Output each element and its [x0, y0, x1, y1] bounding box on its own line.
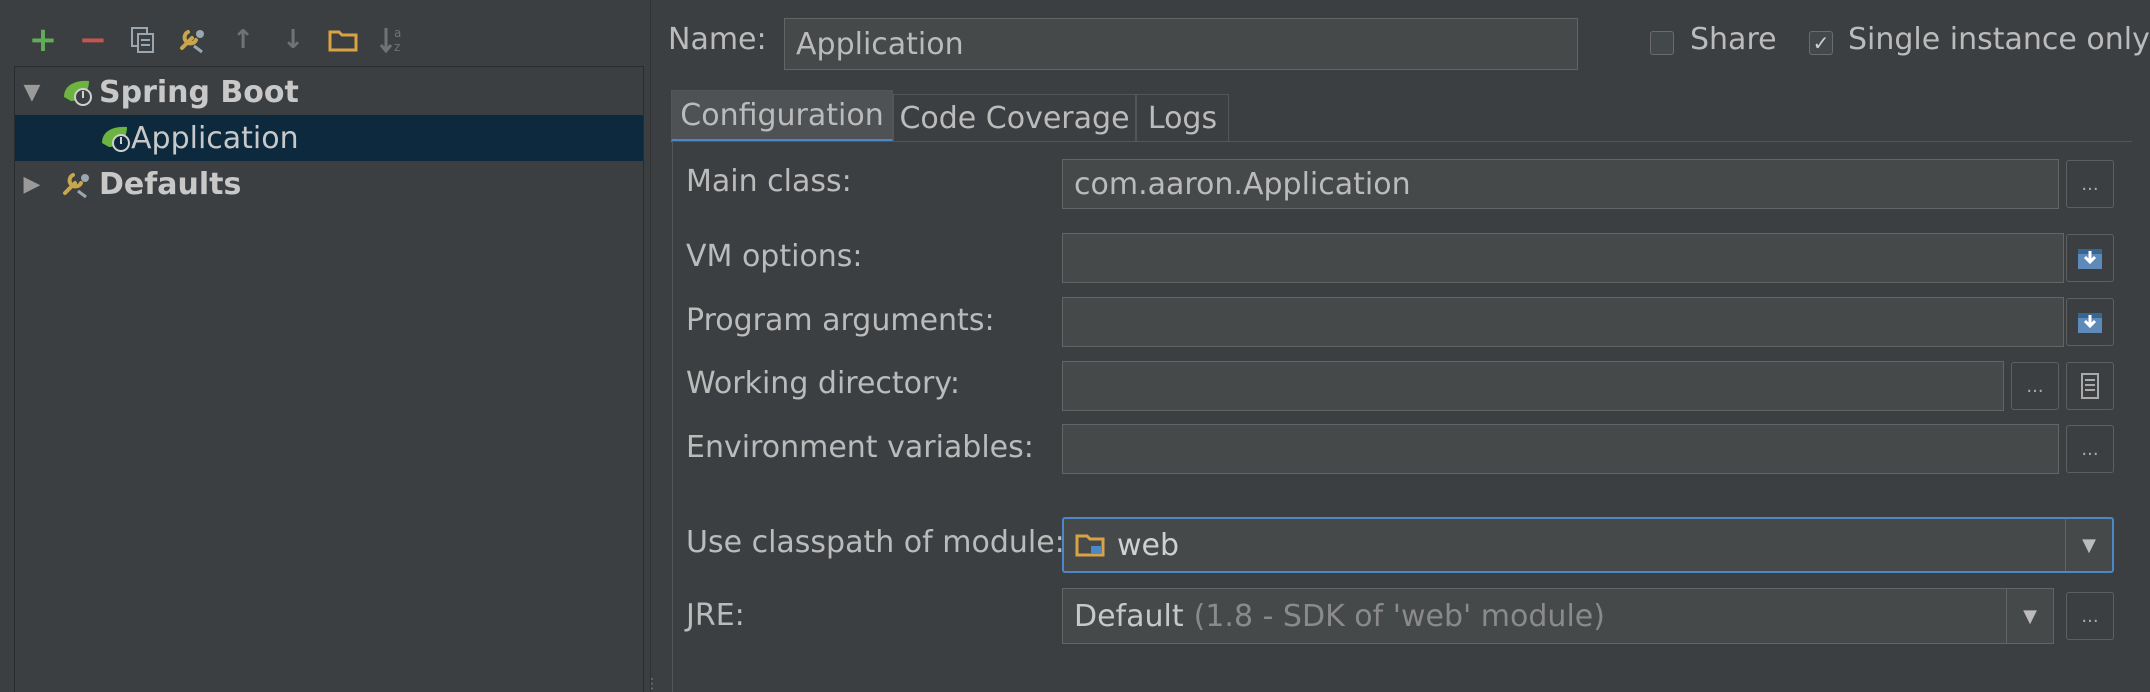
vm-options-label: VM options:	[686, 239, 863, 274]
remove-icon[interactable]: −	[68, 20, 118, 60]
tree-group-defaults[interactable]: ▶ Defaults	[15, 161, 643, 207]
resize-grip-icon[interactable]: ⋮	[645, 676, 659, 692]
classpath-module-combo[interactable]: web ▼	[1062, 517, 2114, 573]
spring-boot-icon	[61, 77, 97, 107]
share-checkbox[interactable]	[1650, 31, 1674, 55]
run-configurations-dialog: + − ↑ ↓ a z ▼ Spring Boot Application ▶ …	[0, 0, 2150, 692]
vm-options-input[interactable]	[1062, 233, 2064, 283]
tab-label: Logs	[1147, 101, 1218, 136]
copy-icon[interactable]	[118, 20, 168, 60]
edit-defaults-icon[interactable]	[168, 20, 218, 60]
chevron-down-icon[interactable]: ▼	[2065, 519, 2112, 571]
environment-variables-browse-button[interactable]: ...	[2066, 425, 2114, 473]
tree-group-label: Spring Boot	[99, 74, 299, 110]
single-instance-checkbox[interactable]: ✓	[1809, 31, 1833, 55]
jre-hint: (1.8 - SDK of 'web' module)	[1193, 598, 1605, 634]
single-instance-label[interactable]: Single instance only	[1848, 22, 2150, 57]
tab-code-coverage[interactable]: Code Coverage	[893, 94, 1136, 142]
tab-configuration[interactable]: Configuration	[671, 90, 893, 142]
program-arguments-expand-button[interactable]	[2066, 298, 2114, 346]
expand-field-icon	[2078, 249, 2102, 269]
sort-icon[interactable]: a z	[368, 20, 418, 60]
configurations-toolbar: + − ↑ ↓ a z	[18, 20, 418, 60]
ellipsis-icon: ...	[2026, 375, 2044, 397]
svg-text:z: z	[394, 40, 400, 54]
collapsed-arrow-icon[interactable]: ▶	[17, 172, 47, 197]
main-class-browse-button[interactable]: ...	[2066, 160, 2114, 208]
jre-browse-button[interactable]: ...	[2066, 592, 2114, 640]
expanded-arrow-icon[interactable]: ▼	[17, 80, 47, 105]
tree-group-label: Defaults	[99, 166, 242, 202]
tree-item-application[interactable]: Application	[15, 115, 643, 161]
working-directory-label: Working directory:	[686, 366, 961, 401]
spring-boot-icon	[99, 123, 135, 153]
splitter[interactable]	[650, 0, 651, 692]
expand-field-icon	[2078, 313, 2102, 333]
tab-label: Configuration	[680, 97, 884, 133]
main-class-value: com.aaron.Application	[1074, 166, 1411, 202]
main-class-input[interactable]: com.aaron.Application	[1062, 159, 2059, 209]
tree-item-label: Application	[131, 120, 299, 156]
program-arguments-input[interactable]	[1062, 297, 2064, 347]
ellipsis-icon: ...	[2081, 605, 2099, 627]
checkmark-icon: ✓	[1812, 31, 1830, 55]
ellipsis-icon: ...	[2081, 173, 2099, 195]
classpath-module-value: web	[1117, 527, 1180, 563]
vm-options-expand-button[interactable]	[2066, 234, 2114, 282]
main-class-label: Main class:	[686, 164, 852, 199]
jre-value: Default	[1074, 598, 1184, 634]
wrench-icon	[61, 169, 95, 199]
environment-variables-input[interactable]	[1062, 424, 2059, 474]
ellipsis-icon: ...	[2081, 438, 2099, 460]
jre-label: JRE:	[686, 598, 745, 633]
share-label[interactable]: Share	[1690, 22, 1777, 57]
document-icon	[2081, 373, 2099, 399]
environment-variables-label: Environment variables:	[686, 430, 1034, 465]
move-down-icon[interactable]: ↓	[268, 20, 318, 60]
working-directory-input[interactable]	[1062, 361, 2004, 411]
program-arguments-label: Program arguments:	[686, 303, 995, 338]
name-label: Name:	[668, 22, 767, 57]
name-value: Application	[796, 26, 964, 62]
svg-text:a: a	[394, 26, 401, 40]
jre-combo[interactable]: Default (1.8 - SDK of 'web' module) ▼	[1062, 588, 2054, 644]
classpath-module-label: Use classpath of module:	[686, 525, 1065, 560]
configurations-tree: ▼ Spring Boot Application ▶ Defaults	[14, 66, 644, 692]
tab-label: Code Coverage	[899, 101, 1130, 136]
tree-group-spring-boot[interactable]: ▼ Spring Boot	[15, 69, 643, 115]
move-up-icon[interactable]: ↑	[218, 20, 268, 60]
tab-logs[interactable]: Logs	[1136, 94, 1229, 142]
chevron-down-icon[interactable]: ▼	[2006, 589, 2053, 643]
name-field[interactable]: Application	[784, 18, 1578, 70]
module-folder-icon	[1075, 534, 1105, 557]
working-directory-browse-button[interactable]: ...	[2011, 362, 2059, 410]
working-directory-macro-button[interactable]	[2066, 362, 2114, 410]
add-icon[interactable]: +	[18, 20, 68, 60]
folder-icon[interactable]	[318, 20, 368, 60]
